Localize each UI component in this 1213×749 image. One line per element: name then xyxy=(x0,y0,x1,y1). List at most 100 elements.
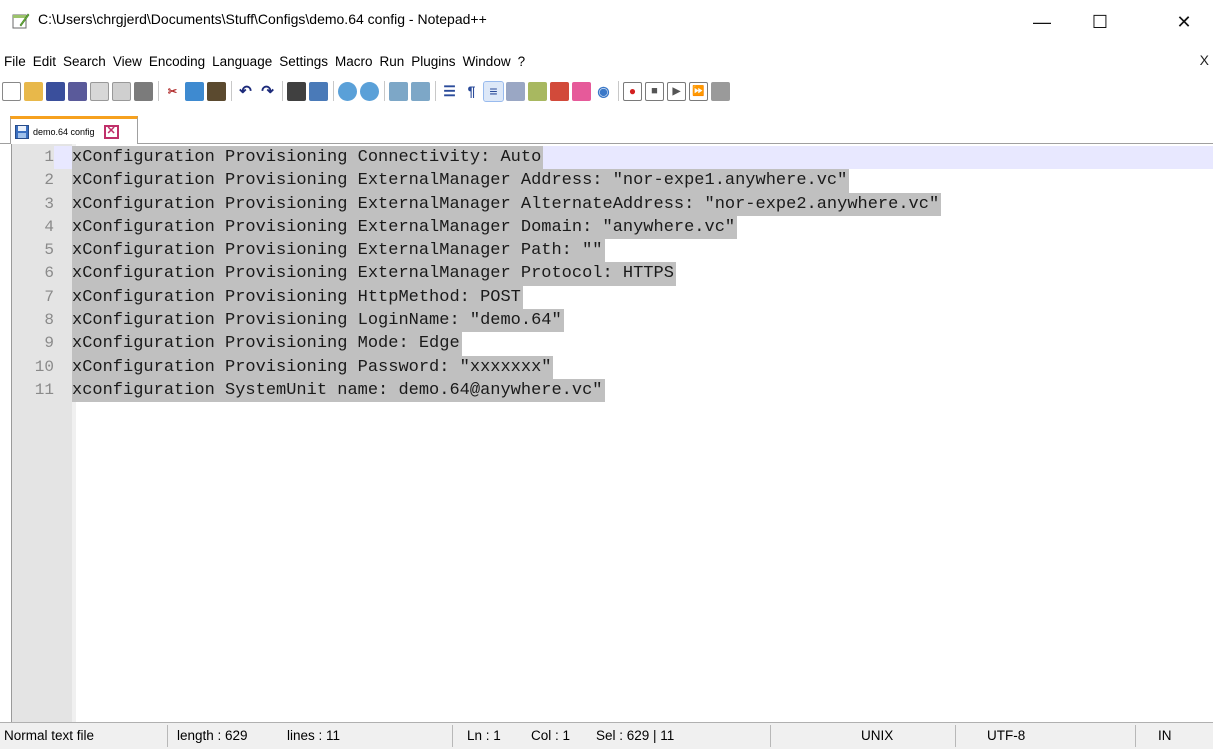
monitoring-icon[interactable]: ◉ xyxy=(594,81,613,101)
editor-line[interactable]: 7 xConfiguration Provisioning HttpMethod:… xyxy=(12,285,1213,310)
line-text: xConfiguration Provisioning ExternalMana… xyxy=(72,192,942,216)
maximize-button[interactable]: ☐ xyxy=(1071,0,1129,44)
sync-vertical-icon[interactable] xyxy=(389,81,408,101)
toolbar-separator xyxy=(231,81,232,101)
editor-line[interactable]: 6 xConfiguration Provisioning ExternalMan… xyxy=(12,262,1213,286)
notepad-plus-plus-icon xyxy=(12,13,30,29)
editor-line[interactable]: 1 xConfiguration Provisioning Connectivit… xyxy=(12,146,1213,170)
editor-line[interactable]: 11 xconfiguration SystemUnit name: demo.6… xyxy=(12,378,1213,403)
redo-icon[interactable]: ↷ xyxy=(258,81,277,101)
menu-language[interactable]: Language xyxy=(208,54,275,69)
folder-workspace-icon[interactable] xyxy=(572,81,591,101)
menu-help[interactable]: ? xyxy=(514,54,529,69)
undo-icon[interactable]: ↶ xyxy=(236,81,255,101)
zoom-in-icon[interactable] xyxy=(338,81,357,101)
window-title: C:\Users\chrgjerd\Documents\Stuff\Config… xyxy=(38,11,487,27)
replace-icon[interactable] xyxy=(309,81,328,101)
show-all-chars-icon[interactable]: ¶ xyxy=(462,81,481,101)
new-file-icon[interactable] xyxy=(2,81,21,101)
minimize-icon: — xyxy=(1033,11,1051,32)
editor-line[interactable]: 10 xConfiguration Provisioning Password: … xyxy=(12,355,1213,379)
paste-icon[interactable] xyxy=(207,81,226,101)
print-icon[interactable] xyxy=(134,81,153,101)
run-macro-multiple-icon[interactable]: ⏩ xyxy=(689,81,708,101)
toolbar: ✂ ↶ ↷ ☰ ¶ ≡ ◉ ● ■ ▶ ⏩ xyxy=(0,74,1213,108)
line-number: 8 xyxy=(44,311,54,330)
toolbar-separator xyxy=(158,81,159,101)
status-divider xyxy=(452,725,453,747)
document-map-icon[interactable] xyxy=(528,81,547,101)
save-icon xyxy=(15,124,29,139)
status-length: length : 629 xyxy=(177,728,248,743)
line-text: xConfiguration Provisioning Connectivity… xyxy=(72,146,544,170)
menu-plugins[interactable]: Plugins xyxy=(407,54,458,69)
editor-line[interactable]: 5 xConfiguration Provisioning ExternalMan… xyxy=(12,239,1213,263)
maximize-icon: ☐ xyxy=(1091,11,1109,32)
menu-view[interactable]: View xyxy=(109,54,145,69)
find-icon[interactable] xyxy=(287,81,306,101)
line-text: xConfiguration Provisioning ExternalMana… xyxy=(72,239,605,263)
copy-icon[interactable] xyxy=(185,81,204,101)
status-bar: Normal text file length : 629 lines : 11… xyxy=(0,722,1213,749)
close-icon[interactable] xyxy=(90,81,109,101)
save-icon[interactable] xyxy=(46,81,65,101)
editor-lines: 1 xConfiguration Provisioning Connectivit… xyxy=(12,146,1213,403)
zoom-out-icon[interactable] xyxy=(360,81,379,101)
record-macro-icon[interactable]: ● xyxy=(623,81,642,101)
save-all-icon[interactable] xyxy=(68,81,87,101)
editor-line[interactable]: 9 xConfiguration Provisioning Mode: Edge xyxy=(12,332,1213,356)
line-number: 4 xyxy=(44,217,54,236)
play-macro-icon[interactable]: ▶ xyxy=(667,81,686,101)
stop-macro-icon[interactable]: ■ xyxy=(645,81,664,101)
menu-file[interactable]: File xyxy=(0,54,29,69)
menu-macro[interactable]: Macro xyxy=(331,54,376,69)
line-text: xConfiguration Provisioning Password: "x… xyxy=(72,355,554,379)
menu-search[interactable]: Search xyxy=(59,54,109,69)
close-window-button[interactable]: ✕ xyxy=(1155,0,1213,44)
cut-icon[interactable]: ✂ xyxy=(163,81,182,101)
status-encoding[interactable]: UTF-8 xyxy=(987,728,1025,743)
editor-line[interactable]: 8 xConfiguration Provisioning LoginName: … xyxy=(12,309,1213,333)
sync-horizontal-icon[interactable] xyxy=(411,81,430,101)
editor-left-border xyxy=(0,144,12,722)
status-divider xyxy=(955,725,956,747)
close-document-button[interactable]: X xyxy=(1200,52,1209,68)
status-divider xyxy=(770,725,771,747)
close-icon: ✕ xyxy=(1176,11,1192,32)
editor-line[interactable]: 4 xConfiguration Provisioning ExternalMan… xyxy=(12,215,1213,240)
line-text: xConfiguration Provisioning ExternalMana… xyxy=(72,262,676,286)
line-number: 1 xyxy=(12,146,54,170)
user-language-icon[interactable] xyxy=(506,81,525,101)
status-lines: lines : 11 xyxy=(287,728,341,743)
menu-run[interactable]: Run xyxy=(376,54,408,69)
menu-edit[interactable]: Edit xyxy=(29,54,59,69)
editor-line[interactable]: 3 xConfiguration Provisioning ExternalMan… xyxy=(12,192,1213,216)
word-wrap-icon[interactable]: ☰ xyxy=(440,81,459,101)
status-insert-mode[interactable]: IN xyxy=(1158,728,1172,743)
indent-guide-icon[interactable]: ≡ xyxy=(483,80,504,102)
function-list-icon[interactable] xyxy=(550,81,569,101)
toolbar-separator xyxy=(435,81,436,101)
tab-bar: demo.64 config ✕ xyxy=(0,110,1213,144)
line-number: 5 xyxy=(44,241,54,260)
menu-encoding[interactable]: Encoding xyxy=(145,54,208,69)
status-col: Col : 1 xyxy=(531,728,571,743)
close-icon: ✕ xyxy=(106,125,116,137)
status-sel: Sel : 629 | 11 xyxy=(596,728,675,743)
menu-bar: File Edit Search View Encoding Language … xyxy=(0,48,1213,74)
menu-settings[interactable]: Settings xyxy=(275,54,331,69)
close-all-icon[interactable] xyxy=(112,81,131,101)
line-number: 9 xyxy=(44,334,54,353)
menu-window[interactable]: Window xyxy=(459,54,514,69)
status-eol[interactable]: UNIX xyxy=(861,728,893,743)
status-divider xyxy=(167,725,168,747)
tab-close-button[interactable]: ✕ xyxy=(103,124,119,139)
open-file-icon[interactable] xyxy=(24,81,43,101)
status-divider xyxy=(1135,725,1136,747)
toolbar-separator xyxy=(282,81,283,101)
editor-line[interactable]: 2 xConfiguration Provisioning ExternalMan… xyxy=(12,169,1213,193)
minimize-button[interactable]: — xyxy=(1013,0,1071,44)
save-macro-icon[interactable] xyxy=(711,81,730,101)
text-editor[interactable]: 1 xConfiguration Provisioning Connectivit… xyxy=(12,144,1213,722)
tab-demo-64-config[interactable]: demo.64 config ✕ xyxy=(10,116,138,144)
